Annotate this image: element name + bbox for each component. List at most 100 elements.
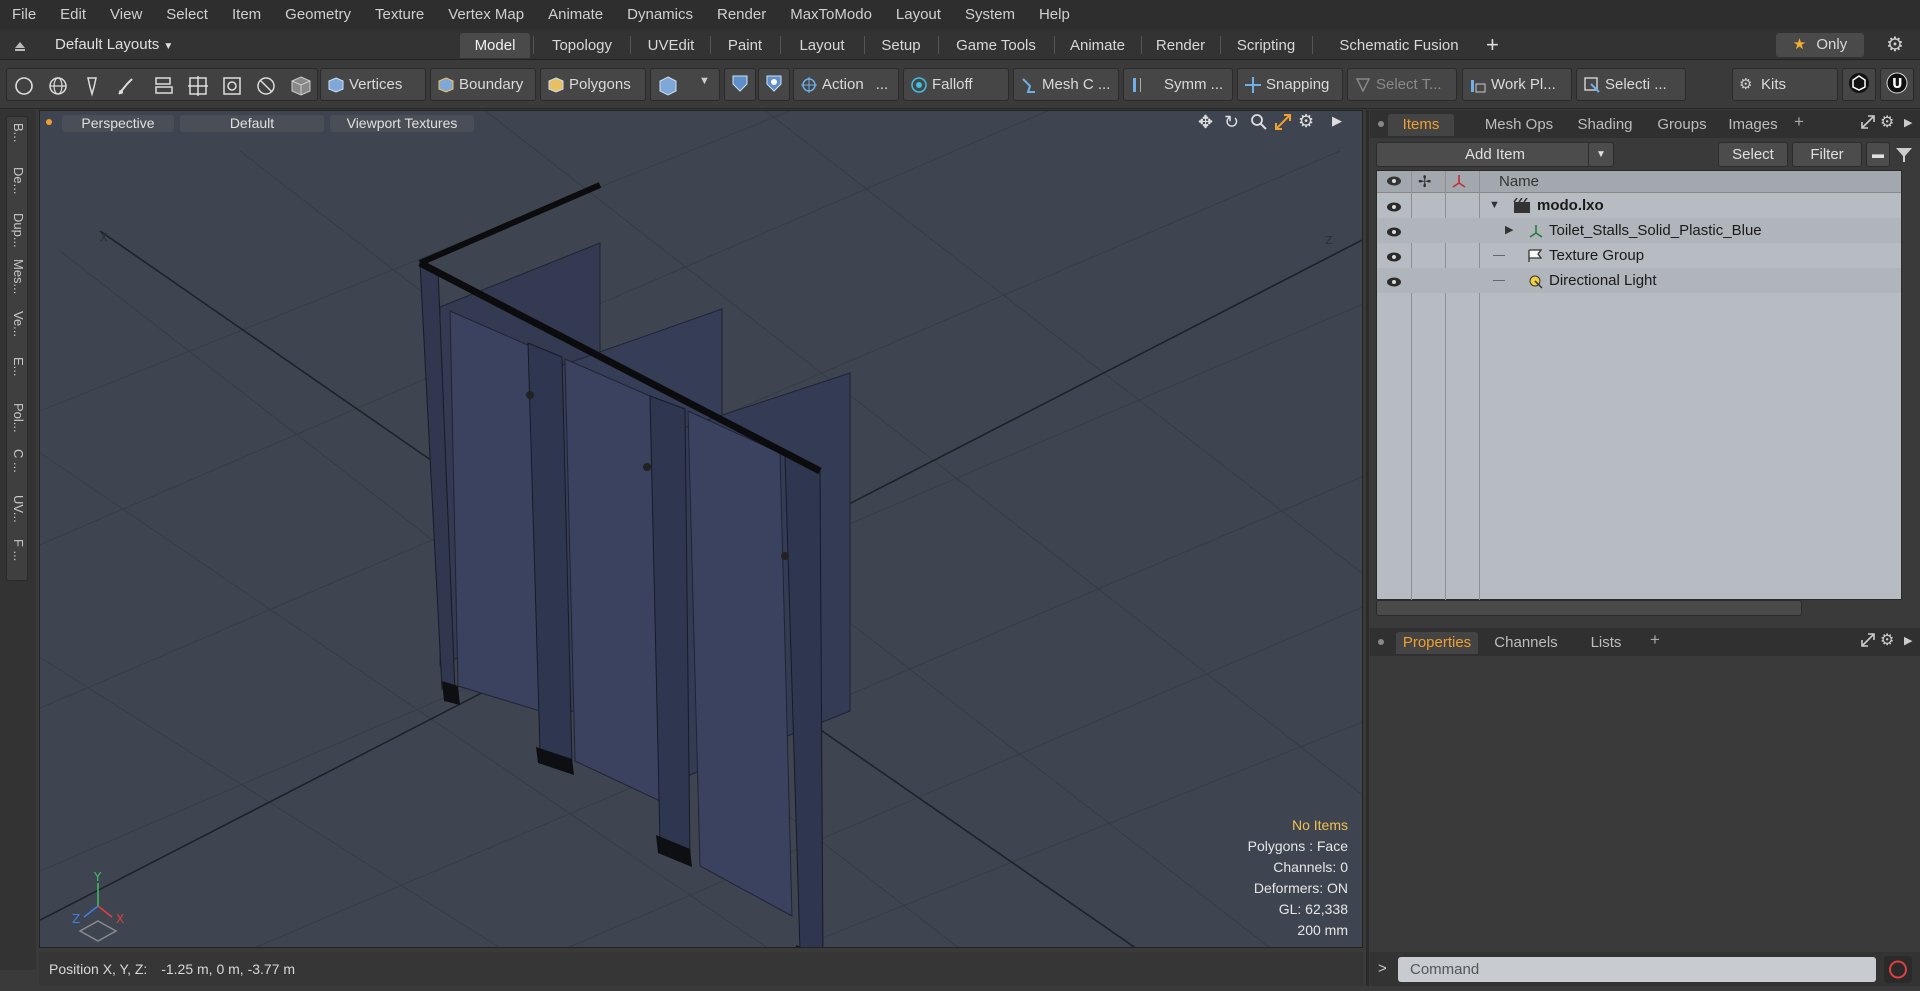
item-mode-button[interactable]: ▼ bbox=[650, 68, 720, 101]
circle-select-icon[interactable] bbox=[13, 75, 35, 100]
menu-texture[interactable]: Texture bbox=[363, 0, 436, 30]
tab-edge[interactable]: E... bbox=[7, 355, 29, 395]
tab-schematic-fusion[interactable]: Schematic Fusion bbox=[1318, 33, 1480, 58]
tab-game-tools[interactable]: Game Tools bbox=[944, 33, 1048, 58]
add-panel-tab-icon[interactable]: + bbox=[1794, 112, 1804, 132]
tab-mesh-edit[interactable]: Mes... bbox=[7, 257, 29, 305]
pivot-mode-button[interactable] bbox=[724, 68, 756, 101]
only-toggle[interactable]: ★ Only bbox=[1776, 33, 1864, 57]
item-list-scrollbar[interactable] bbox=[1376, 600, 1802, 616]
polygons-button[interactable]: Polygons bbox=[540, 68, 646, 101]
action-button[interactable]: Action... bbox=[793, 68, 899, 101]
mesh-constraint-button[interactable]: Mesh C ... bbox=[1013, 68, 1119, 101]
viewport-more-icon[interactable]: ▶ bbox=[1332, 113, 1342, 129]
no-entry-icon[interactable] bbox=[255, 75, 277, 100]
symmetry-button[interactable]: Symm ... bbox=[1123, 68, 1233, 101]
menu-vertex-map[interactable]: Vertex Map bbox=[436, 0, 536, 30]
list-item[interactable]: Texture Group bbox=[1377, 243, 1901, 268]
tab-shading[interactable]: Shading bbox=[1568, 114, 1642, 136]
menu-view[interactable]: View bbox=[98, 0, 154, 30]
collapse-list-button[interactable]: ▬ bbox=[1866, 142, 1890, 167]
eye-icon[interactable] bbox=[1385, 273, 1403, 298]
add-item-dropdown[interactable]: ▼ bbox=[1588, 142, 1614, 167]
menu-animate[interactable]: Animate bbox=[536, 0, 615, 30]
tab-setup[interactable]: Setup bbox=[870, 33, 932, 58]
menu-maxtomodo[interactable]: MaxToModo bbox=[778, 0, 884, 30]
shading-dropdown[interactable]: Default bbox=[180, 115, 324, 132]
cube-shaded-icon[interactable] bbox=[289, 74, 313, 100]
tab-items[interactable]: Items bbox=[1388, 114, 1454, 136]
menu-edit[interactable]: Edit bbox=[48, 0, 98, 30]
tab-duplicate[interactable]: Dup... bbox=[7, 211, 29, 251]
tab-curve[interactable]: C ... bbox=[7, 447, 29, 487]
panel-more-icon[interactable]: ▶ bbox=[1904, 634, 1912, 647]
grid-snap-icon[interactable] bbox=[187, 75, 209, 100]
menu-file[interactable]: File bbox=[0, 0, 48, 30]
expand-arrow-icon[interactable]: ▼ bbox=[1489, 193, 1500, 218]
boundary-button[interactable]: Boundary bbox=[430, 68, 536, 101]
add-panel-tab-icon[interactable]: + bbox=[1650, 630, 1660, 650]
pen-icon[interactable] bbox=[81, 75, 103, 100]
select-button[interactable]: Select bbox=[1718, 142, 1788, 167]
3d-viewport[interactable]: X Z Y X Z Perspective Default Viewport T… bbox=[39, 110, 1363, 948]
tab-fusion[interactable]: F ... bbox=[7, 537, 29, 577]
tab-render[interactable]: Render bbox=[1147, 33, 1214, 58]
tab-properties[interactable]: Properties bbox=[1396, 632, 1478, 654]
rotate-view-icon[interactable]: ↻ bbox=[1224, 112, 1239, 133]
tab-topology[interactable]: Topology bbox=[540, 33, 624, 58]
record-icon[interactable] bbox=[1884, 956, 1912, 983]
tab-polygon[interactable]: Pol... bbox=[7, 401, 29, 441]
tab-layout[interactable]: Layout bbox=[786, 33, 858, 58]
menu-geometry[interactable]: Geometry bbox=[273, 0, 363, 30]
zoom-view-icon[interactable] bbox=[1250, 113, 1268, 135]
align-icon[interactable] bbox=[153, 75, 175, 100]
menu-dynamics[interactable]: Dynamics bbox=[615, 0, 705, 30]
tab-scripting[interactable]: Scripting bbox=[1226, 33, 1306, 58]
tab-uv[interactable]: UV... bbox=[7, 493, 29, 533]
menu-item[interactable]: Item bbox=[220, 0, 273, 30]
tab-uvedit[interactable]: UVEdit bbox=[638, 33, 704, 58]
menu-layout[interactable]: Layout bbox=[884, 0, 953, 30]
select-through-button[interactable]: Select T... bbox=[1347, 68, 1457, 101]
tab-basic[interactable]: B... bbox=[7, 121, 29, 161]
globe-icon[interactable] bbox=[47, 75, 69, 100]
tab-images[interactable]: Images bbox=[1720, 114, 1786, 136]
collapse-arrow-icon[interactable] bbox=[12, 37, 28, 53]
menu-render[interactable]: Render bbox=[705, 0, 778, 30]
tab-vertex[interactable]: Ve... bbox=[7, 309, 29, 349]
selection-sets-button[interactable]: Selecti ... bbox=[1576, 68, 1686, 101]
menu-select[interactable]: Select bbox=[154, 0, 220, 30]
add-item-button[interactable]: Add Item bbox=[1376, 142, 1614, 167]
tab-mesh-ops[interactable]: Mesh Ops bbox=[1476, 114, 1562, 136]
brush-icon[interactable] bbox=[115, 75, 137, 100]
panel-settings-icon[interactable]: ⚙ bbox=[1880, 630, 1894, 650]
panel-more-icon[interactable]: ▶ bbox=[1904, 116, 1912, 129]
add-tab-icon[interactable]: + bbox=[1486, 32, 1499, 58]
viewport-settings-icon[interactable]: ⚙ bbox=[1298, 111, 1314, 132]
default-layouts-dropdown[interactable]: Default Layouts ▼ bbox=[55, 35, 173, 55]
maximize-view-icon[interactable] bbox=[1274, 113, 1292, 135]
filter-funnel-icon[interactable] bbox=[1894, 145, 1914, 169]
list-item[interactable]: Directional Light bbox=[1377, 268, 1901, 293]
work-plane-button[interactable]: Work Pl... bbox=[1462, 68, 1572, 101]
perspective-dropdown[interactable]: Perspective bbox=[62, 115, 174, 132]
center-mode-button[interactable] bbox=[758, 68, 790, 101]
unity-button[interactable] bbox=[1842, 68, 1876, 101]
tab-groups[interactable]: Groups bbox=[1650, 114, 1714, 136]
panel-settings-icon[interactable]: ⚙ bbox=[1880, 112, 1894, 132]
filter-button[interactable]: Filter bbox=[1792, 142, 1862, 167]
list-item[interactable]: ▼ modo.lxo bbox=[1377, 193, 1901, 218]
move-view-icon[interactable]: ✥ bbox=[1198, 112, 1213, 133]
gear-icon[interactable]: ⚙ bbox=[1886, 33, 1904, 57]
tab-animate[interactable]: Animate bbox=[1060, 33, 1135, 58]
name-column-header[interactable]: Name bbox=[1499, 172, 1539, 192]
snapping-button[interactable]: Snapping bbox=[1237, 68, 1343, 101]
tab-paint[interactable]: Paint bbox=[716, 33, 774, 58]
expand-panel-icon[interactable] bbox=[1860, 632, 1876, 652]
falloff-button[interactable]: Falloff bbox=[903, 68, 1009, 101]
menu-system[interactable]: System bbox=[953, 0, 1027, 30]
unreal-button[interactable]: U bbox=[1880, 68, 1914, 101]
kits-button[interactable]: ⚙ Kits bbox=[1732, 68, 1838, 101]
viewport-textures-dropdown[interactable]: Viewport Textures bbox=[330, 115, 474, 132]
tab-model[interactable]: Model bbox=[460, 33, 530, 58]
